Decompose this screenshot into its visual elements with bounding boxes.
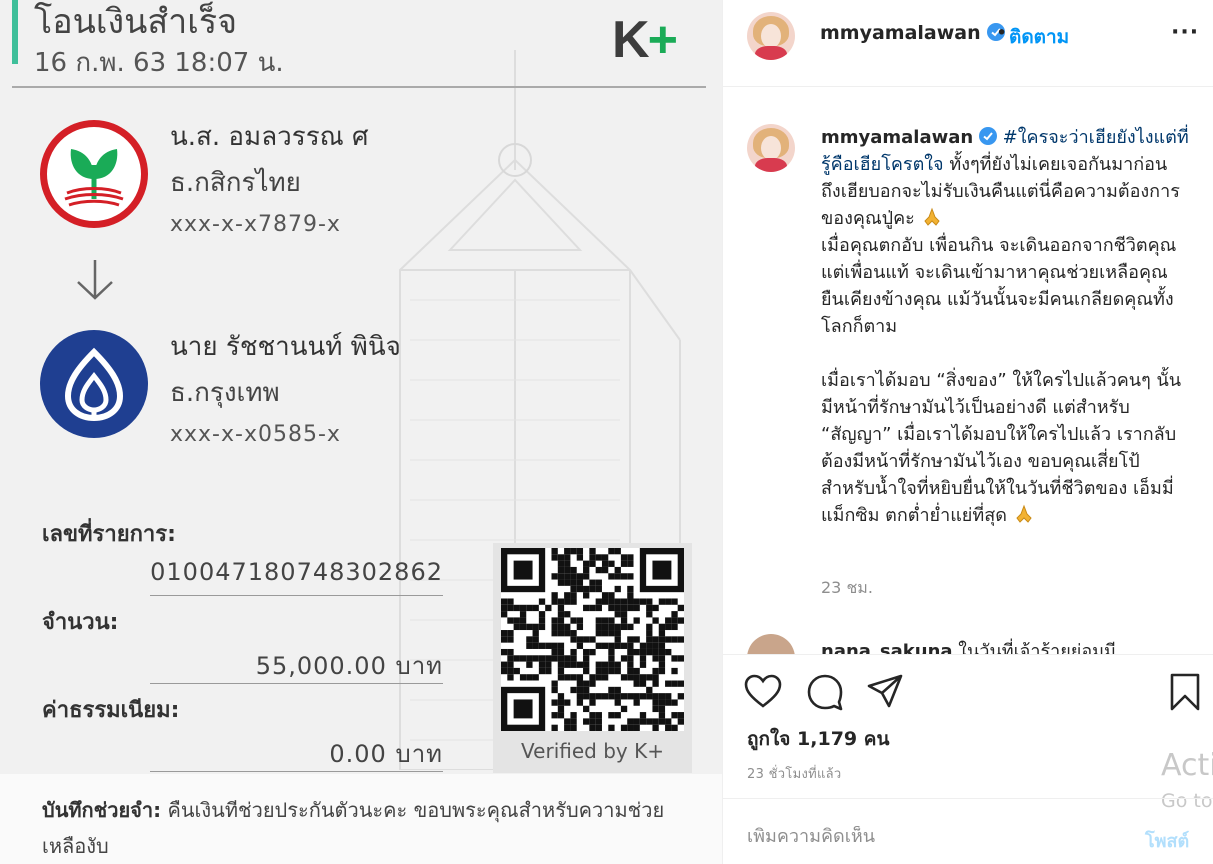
caption-avatar[interactable] [747, 124, 795, 172]
comment-avatar[interactable] [747, 634, 795, 654]
field-divider [150, 595, 443, 596]
comment-username[interactable]: nana_sakuna [821, 641, 953, 654]
caption-text-2: เมื่อคุณตกอับ เพื่อนกิน จะเดินออกจากชีวิ… [821, 235, 1177, 337]
comment-divider [723, 798, 1213, 799]
verified-badge-icon [978, 127, 997, 145]
title-accent-bar [12, 0, 18, 64]
comments-list[interactable]: mmyamalawan #ใครจะว่าเฮียยังไงแต่ที่รู้ค… [723, 88, 1213, 654]
header-username[interactable]: mmyamalawan [820, 22, 1006, 44]
transaction-id-value: 010047180748302862 [150, 558, 443, 586]
posted-time[interactable]: 23 ชั่วโมงที่แล้ว [747, 763, 842, 784]
receiver-bank: ธ.กรุงเทพ [170, 378, 280, 408]
follow-button[interactable]: ติดตาม [1009, 22, 1069, 52]
sender-account: xxx-x-x7879-x [170, 212, 341, 237]
windows-activation-watermark: Activ [1161, 748, 1213, 783]
comment-text: ในวันที่เจ้าร้ายย่อมมี [958, 641, 1116, 654]
avatar[interactable] [747, 12, 795, 60]
post-caption: mmyamalawan #ใครจะว่าเฮียยังไงแต่ที่รู้ค… [821, 124, 1189, 529]
receiver-account: xxx-x-x0585-x [170, 422, 341, 447]
kplus-logo: K+ [612, 10, 678, 70]
bangkok-bank-logo [40, 330, 148, 438]
amount-label: จำนวน: [42, 610, 119, 635]
header-divider [723, 86, 1213, 87]
username-link[interactable]: mmyamalawan [820, 22, 981, 44]
comment-input[interactable] [747, 826, 1077, 847]
caption-text-3: เมื่อเราได้มอบ “สิ่งของ” ให้ใครไปแล้วคนๆ… [821, 370, 1182, 526]
praying-hands-icon [1015, 504, 1032, 523]
kplus-logo-k: K [612, 11, 650, 69]
post-panel: mmyamalawan • ติดตาม ··· mmyamalawan #ใค… [722, 0, 1213, 864]
fee-value: 0.00 บาท [329, 740, 443, 768]
transaction-id-label: เลขที่รายการ: [42, 522, 176, 547]
slip-date: 16 ก.พ. 63 18:07 น. [34, 48, 284, 78]
slip-header-divider [12, 86, 706, 88]
post-comment-button[interactable]: โพสต์ [1145, 826, 1189, 855]
likes-count[interactable]: ถูกใจ 1,179 คน [747, 724, 889, 754]
sender-name: น.ส. อมลวรรณ ศ [170, 122, 369, 152]
qr-code-panel: Verified by K+ [493, 543, 692, 773]
memo: บันทึกช่วยจำ: คืนเงินทีช่วยประกันตัวนะคะ… [42, 792, 682, 864]
arrow-down-icon [77, 260, 113, 300]
field-divider [150, 771, 443, 772]
windows-activation-subtext: Go to [1161, 790, 1213, 812]
header-separator: • [996, 22, 1008, 44]
receiver-name: นาย รัชชานนท์ พินิจ [170, 332, 401, 362]
caption-time: 23 ชม. [821, 578, 873, 597]
amount-value: 55,000.00 บาท [255, 652, 443, 680]
field-divider [150, 683, 443, 684]
actions-divider [723, 654, 1213, 655]
qr-code [501, 548, 684, 731]
more-options-icon[interactable]: ··· [1171, 20, 1199, 45]
slip-title: โอนเงินสำเร็จ [34, 2, 238, 42]
bookmark-icon[interactable] [1165, 672, 1205, 712]
fee-label: ค่าธรรมเนียม: [42, 698, 180, 723]
comment-icon[interactable] [805, 672, 845, 712]
caption-username[interactable]: mmyamalawan [821, 127, 973, 148]
praying-hands-icon [923, 207, 940, 226]
heart-icon[interactable] [743, 672, 783, 712]
kasikorn-bank-logo [40, 120, 148, 228]
memo-label: บันทึกช่วยจำ: [42, 798, 162, 822]
sender-bank: ธ.กสิกรไทย [170, 168, 301, 198]
paper-plane-icon[interactable] [865, 672, 905, 712]
transfer-slip-image: โอนเงินสำเร็จ 16 ก.พ. 63 18:07 น. K+ น.ส… [0, 0, 722, 864]
comment-item: nana_sakuna ในวันที่เจ้าร้ายย่อมมี [821, 636, 1116, 654]
qr-caption: Verified by K+ [521, 739, 664, 763]
kplus-logo-plus: + [647, 11, 678, 69]
